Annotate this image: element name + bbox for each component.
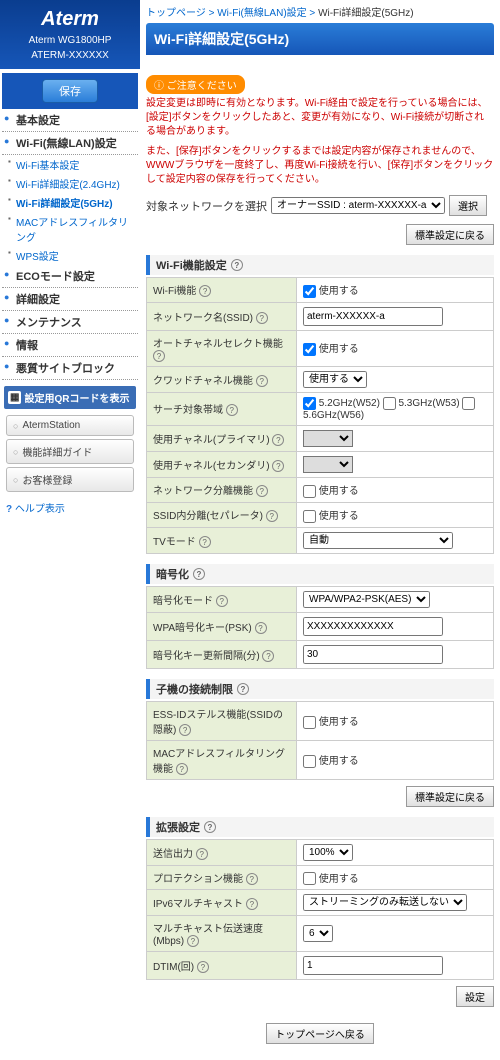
help-icon[interactable]: ? [262, 650, 274, 662]
help-icon[interactable]: ? [196, 848, 208, 860]
help-icon[interactable]: ? [226, 404, 238, 416]
band53-checkbox[interactable] [383, 397, 396, 410]
tx-select[interactable]: 100% [303, 844, 353, 861]
nav-eco[interactable]: ECOモード設定 [2, 265, 138, 288]
help-icon[interactable]: ? [199, 536, 211, 548]
nav-wifi[interactable]: Wi-Fi(無線LAN)設定 [2, 132, 138, 155]
ipv6-select[interactable]: ストリーミングのみ転送しない [303, 894, 467, 911]
warning-text-2: また、[保存]ボタンをクリックするまでは設定内容が保存されませんので、WWWブラ… [146, 145, 494, 187]
help-icon[interactable]: ? [199, 285, 211, 297]
ch-primary-select[interactable] [303, 430, 353, 447]
help-icon[interactable]: ? [187, 935, 199, 947]
register-button[interactable]: お客様登録 [6, 467, 134, 492]
qr-button[interactable]: 設定用QRコードを表示 [4, 386, 136, 409]
dtim-input[interactable] [303, 956, 443, 975]
mcast-select[interactable]: 6 [303, 925, 333, 942]
help-icon[interactable]: ? [237, 683, 249, 695]
nav-detail[interactable]: 詳細設定 [2, 288, 138, 311]
logo-text: Aterm [6, 8, 134, 31]
help-icon[interactable]: ? [153, 350, 165, 362]
reset-button-2[interactable]: 標準設定に戻る [406, 786, 494, 807]
help-icon[interactable]: ? [204, 821, 216, 833]
iso-checkbox[interactable] [303, 485, 316, 498]
help-icon[interactable]: ? [231, 259, 243, 271]
help-icon[interactable]: ? [256, 312, 268, 324]
top-button[interactable]: トップページへ戻る [266, 1023, 374, 1044]
wifi-func-checkbox[interactable] [303, 285, 316, 298]
set-button[interactable]: 設定 [456, 986, 494, 1007]
warning-text-1: 設定変更は即時に有効となります。Wi-Fi経由で設定を行っている場合には、[設定… [146, 97, 494, 139]
section-child: 子機の接続制限? [146, 679, 494, 699]
breadcrumb: トップページ > Wi-Fi(無線LAN)設定 > Wi-Fi詳細設定(5GHz… [140, 0, 500, 23]
help-icon[interactable]: ? [246, 873, 258, 885]
nav-maint[interactable]: メンテナンス [2, 311, 138, 334]
nav-wifi-5[interactable]: Wi-Fi詳細設定(5GHz) [2, 193, 138, 212]
prot-checkbox[interactable] [303, 872, 316, 885]
help-icon[interactable]: ? [176, 763, 188, 775]
warning-badge: ご注意ください [146, 75, 245, 94]
help-icon[interactable]: ? [197, 961, 209, 973]
help-icon[interactable]: ? [256, 375, 268, 387]
help-icon[interactable]: ? [272, 460, 284, 472]
help-icon[interactable]: ? [266, 510, 278, 522]
guide-button[interactable]: 機能詳細ガイド [6, 439, 134, 464]
help-icon[interactable]: ? [216, 595, 228, 607]
autoch-checkbox[interactable] [303, 343, 316, 356]
select-button[interactable]: 選択 [449, 195, 487, 216]
band56-checkbox[interactable] [462, 397, 475, 410]
nav-wifi-24[interactable]: Wi-Fi詳細設定(2.4GHz) [2, 174, 138, 193]
nav-basic[interactable]: 基本設定 [2, 109, 138, 132]
aterm-station-button[interactable]: AtermStation [6, 415, 134, 436]
section-ext: 拡張設定? [146, 817, 494, 837]
quad-select[interactable]: 使用する [303, 371, 367, 388]
crypto-mode-select[interactable]: WPA/WPA2-PSK(AES) [303, 591, 430, 608]
target-label: 対象ネットワークを選択 [146, 198, 267, 214]
nav-info[interactable]: 情報 [2, 334, 138, 357]
save-button[interactable]: 保存 [42, 79, 98, 103]
model-1: Aterm WG1800HP [6, 35, 134, 46]
nav-wifi-basic[interactable]: Wi-Fi基本設定 [2, 155, 138, 174]
bc-top[interactable]: トップページ [146, 8, 206, 19]
reset-button-1[interactable]: 標準設定に戻る [406, 224, 494, 245]
sep-checkbox[interactable] [303, 510, 316, 523]
help-icon[interactable]: ? [256, 485, 268, 497]
sidebar: 保存 基本設定 Wi-Fi(無線LAN)設定 Wi-Fi基本設定 Wi-Fi詳細… [0, 69, 140, 1060]
help-icon[interactable]: ? [246, 898, 258, 910]
help-icon[interactable]: ? [193, 568, 205, 580]
essid-checkbox[interactable] [303, 716, 316, 729]
help-link[interactable]: ヘルプ表示 [6, 500, 134, 515]
target-select[interactable]: オーナーSSID : aterm-XXXXXX-a [271, 197, 445, 214]
band52-checkbox[interactable] [303, 397, 316, 410]
bc-current: Wi-Fi詳細設定(5GHz) [318, 8, 414, 19]
section-crypto: 暗号化? [146, 564, 494, 584]
section-wifi-func: Wi-Fi機能設定? [146, 255, 494, 275]
nav-wps[interactable]: WPS設定 [2, 246, 138, 265]
tv-select[interactable]: 自動 [303, 532, 453, 549]
interval-input[interactable] [303, 645, 443, 664]
ch-secondary-select[interactable] [303, 456, 353, 473]
ssid-input[interactable] [303, 307, 443, 326]
logo-panel: Aterm Aterm WG1800HP ATERM-XXXXXX [0, 0, 140, 69]
help-icon[interactable]: ? [255, 622, 267, 634]
psk-input[interactable] [303, 617, 443, 636]
nav-block[interactable]: 悪質サイトブロック [2, 357, 138, 380]
help-icon[interactable]: ? [179, 724, 191, 736]
help-icon[interactable]: ? [272, 434, 284, 446]
bc-wifi[interactable]: Wi-Fi(無線LAN)設定 [217, 8, 306, 19]
model-2: ATERM-XXXXXX [6, 50, 134, 61]
page-title: Wi-Fi詳細設定(5GHz) [146, 23, 494, 55]
macfilter-checkbox[interactable] [303, 755, 316, 768]
nav-mac[interactable]: MACアドレスフィルタリング [2, 212, 138, 246]
